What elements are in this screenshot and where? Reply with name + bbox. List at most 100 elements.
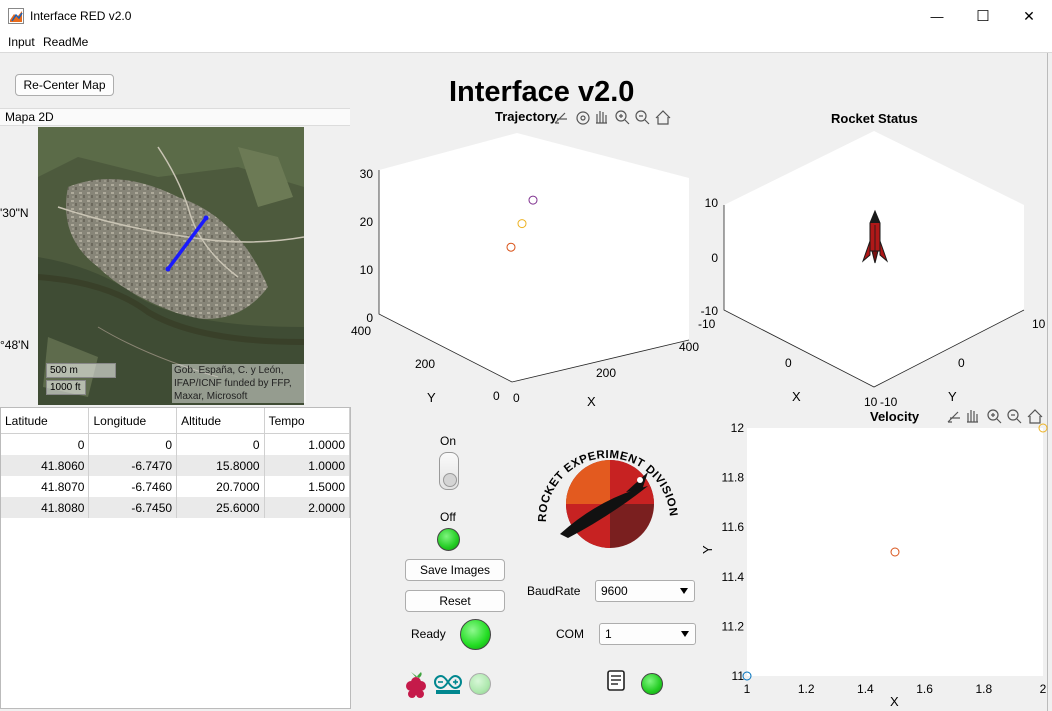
pan-icon[interactable] xyxy=(596,111,607,124)
map-lat-tick-2: °48'N xyxy=(0,338,30,352)
table-row[interactable]: 41.8060 -6.7470 15.8000 1.0000 xyxy=(1,455,351,476)
attribution-line-1: Gob. España, C. y León, xyxy=(174,365,284,376)
com-value: 1 xyxy=(605,627,612,641)
trajectory-x-label: X xyxy=(587,394,596,409)
data-table[interactable]: Latitude Longitude Altitude Tempo 0 0 0 … xyxy=(0,407,351,709)
col-longitude[interactable]: Longitude xyxy=(88,408,178,434)
cell[interactable]: 1.5000 xyxy=(264,476,351,497)
cell[interactable]: 20.7000 xyxy=(176,476,265,497)
map-attribution: Gob. España, C. y León, IFAP/ICNF funded… xyxy=(172,364,306,403)
menu-readme[interactable]: ReadMe xyxy=(43,35,88,49)
rocket-x-label: X xyxy=(792,389,801,404)
cell[interactable]: 0 xyxy=(88,433,178,455)
cell[interactable]: -6.7470 xyxy=(88,455,178,476)
ready-lamp xyxy=(460,619,491,650)
save-images-button[interactable]: Save Images xyxy=(405,559,505,581)
pan-icon[interactable] xyxy=(967,410,978,423)
maximize-button[interactable]: ☐ xyxy=(960,0,1006,32)
col-tempo[interactable]: Tempo xyxy=(264,408,351,434)
x-tick: 1.6 xyxy=(916,682,933,696)
y-tick: 11.8 xyxy=(722,471,745,485)
map-tab-label[interactable]: Mapa 2D xyxy=(0,108,350,126)
off-label: Off xyxy=(440,510,456,524)
cell[interactable]: 41.8060 xyxy=(1,455,90,476)
recenter-map-button[interactable]: Re-Center Map xyxy=(15,74,114,96)
table-row[interactable]: 41.8080 -6.7450 25.6000 2.0000 xyxy=(1,497,351,518)
cell[interactable]: 41.8080 xyxy=(1,497,90,518)
x-tick: 1.2 xyxy=(798,682,815,696)
x-tick: -10 xyxy=(698,317,716,331)
velocity-title: Velocity xyxy=(870,409,920,424)
velocity-plot[interactable]: Velocity 1 1.2 1.4 1.6 1.8 21211.811.611.411.… xyxy=(700,404,1052,711)
cell[interactable]: 0 xyxy=(176,433,265,455)
z-tick: -10 xyxy=(701,304,719,318)
x-tick: 0 xyxy=(785,356,792,370)
axes-toolbar xyxy=(554,110,671,125)
trajectory-plot[interactable]: Trajectory 30 20 10 0 400 200 0 0 200 40… xyxy=(351,105,701,410)
y-tick: 10 xyxy=(1032,317,1046,331)
velocity-x-label: X xyxy=(890,694,899,709)
zoom-in-icon[interactable] xyxy=(987,409,1002,424)
data-tips-icon[interactable] xyxy=(947,411,960,423)
velocity-axes-area xyxy=(747,428,1043,676)
close-button[interactable]: ✕ xyxy=(1006,0,1052,32)
matlab-app-icon xyxy=(8,8,24,24)
chevron-down-icon xyxy=(681,631,689,637)
on-label: On xyxy=(440,434,457,448)
y-tick: 200 xyxy=(415,357,435,371)
zoom-out-icon[interactable] xyxy=(1007,409,1022,424)
scale-bar-feet: 1000 ft xyxy=(46,380,86,395)
menu-bar: Input ReadMe xyxy=(0,32,1052,53)
minimize-icon: — xyxy=(930,8,944,24)
rocket-status-plot[interactable]: Rocket Status 10 0 -10 -10 0 10 -10 0 10… xyxy=(694,105,1052,410)
rotate-icon[interactable] xyxy=(576,111,590,125)
scale-bar-meters: 500 m xyxy=(46,363,116,378)
maximize-icon: ☐ xyxy=(976,8,990,25)
power-toggle-switch[interactable] xyxy=(439,452,459,490)
minimize-button[interactable]: — xyxy=(914,0,960,32)
zoom-in-icon[interactable] xyxy=(615,110,630,125)
rocket-status-title: Rocket Status xyxy=(831,111,918,126)
reset-button[interactable]: Reset xyxy=(405,590,505,612)
menu-input[interactable]: Input xyxy=(8,35,35,49)
zoom-out-icon[interactable] xyxy=(635,110,650,125)
cell[interactable]: 15.8000 xyxy=(176,455,265,476)
table-row[interactable]: 0 0 0 1.0000 xyxy=(1,433,351,455)
com-dropdown[interactable]: 1 xyxy=(599,623,696,645)
x-tick: 2 xyxy=(1040,682,1047,696)
close-icon: ✕ xyxy=(1023,7,1035,24)
trajectory-y-label: Y xyxy=(427,390,436,405)
window-title: Interface RED v2.0 xyxy=(30,9,132,23)
cell[interactable]: 25.6000 xyxy=(176,497,265,518)
trajectory-title: Trajectory xyxy=(495,109,558,124)
toggle-knob[interactable] xyxy=(443,473,457,487)
axes-toolbar xyxy=(947,409,1043,424)
cell[interactable]: -6.7460 xyxy=(88,476,178,497)
baudrate-dropdown[interactable]: 9600 xyxy=(595,580,695,602)
z-tick: 30 xyxy=(360,167,374,181)
home-icon[interactable] xyxy=(1027,409,1043,424)
raspberry-pi-icon xyxy=(406,672,426,698)
cell[interactable]: 0 xyxy=(1,433,90,455)
power-status-lamp xyxy=(437,528,460,551)
cell[interactable]: 2.0000 xyxy=(264,497,351,518)
col-altitude[interactable]: Altitude xyxy=(176,408,265,434)
log-document-icon[interactable] xyxy=(607,670,626,692)
baudrate-value: 9600 xyxy=(601,584,628,598)
baudrate-label: BaudRate xyxy=(527,584,581,598)
cell[interactable]: 41.8070 xyxy=(1,476,90,497)
z-tick: 0 xyxy=(711,251,718,265)
trajectory-axes-area xyxy=(379,133,689,382)
table-row[interactable]: 41.8070 -6.7460 20.7000 1.5000 xyxy=(1,476,351,497)
cell[interactable]: 1.0000 xyxy=(264,433,351,455)
cell[interactable]: -6.7450 xyxy=(88,497,178,518)
cell[interactable]: 1.0000 xyxy=(264,455,351,476)
arduino-icon xyxy=(434,674,462,694)
arduino-status-lamp xyxy=(469,673,491,695)
z-tick: 20 xyxy=(360,215,374,229)
rocket-experiment-division-logo: ROCKET EXPERIMENT DIVISION xyxy=(537,449,679,548)
col-latitude[interactable]: Latitude xyxy=(1,408,90,434)
velocity-y-label: Y xyxy=(700,545,715,554)
table-header-row: Latitude Longitude Altitude Tempo xyxy=(1,408,351,434)
home-icon[interactable] xyxy=(655,110,671,125)
